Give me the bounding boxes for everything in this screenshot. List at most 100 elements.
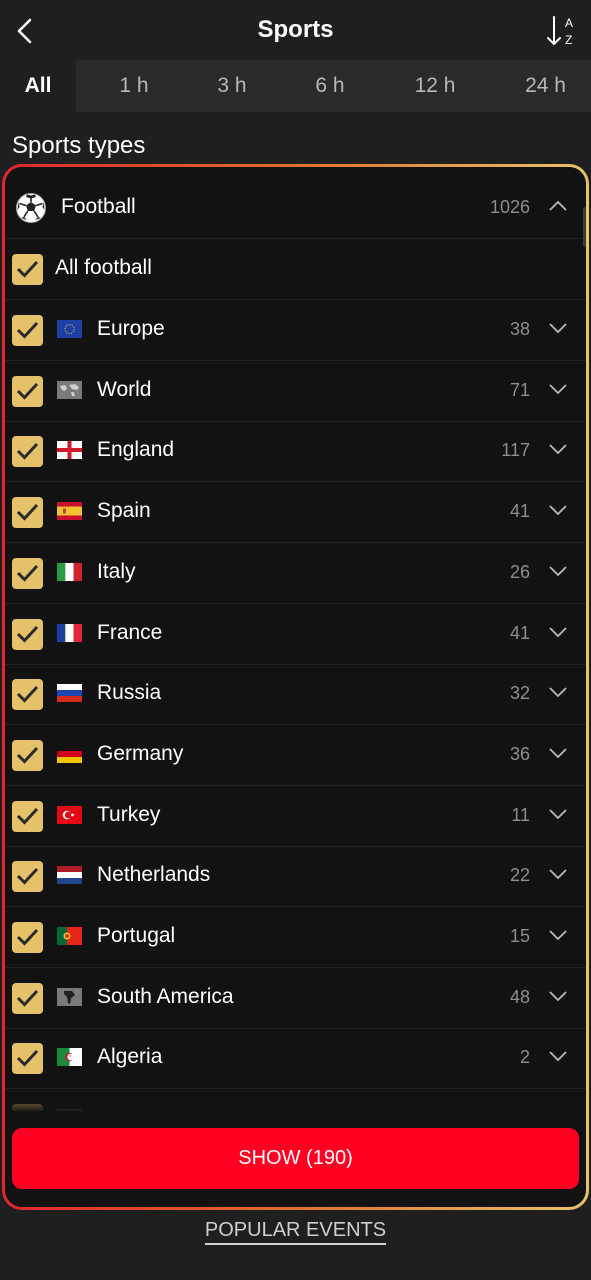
country-label: World: [97, 377, 152, 401]
country-count: 41: [509, 501, 530, 522]
country-label: Netherlands: [97, 863, 211, 887]
turkey-flag-icon: [57, 805, 82, 824]
svg-text:A: A: [565, 16, 573, 30]
all-football-label: All football: [55, 256, 152, 279]
country-count: 117: [501, 440, 530, 461]
checkbox[interactable]: [12, 679, 43, 711]
country-row-algeria[interactable]: Algeria 2: [5, 1028, 586, 1090]
country-count: 41: [509, 622, 530, 643]
country-row-world[interactable]: World 71: [5, 361, 586, 422]
chevron-down-icon[interactable]: [548, 685, 568, 699]
country-row-netherlands[interactable]: Netherlands 22: [5, 846, 586, 908]
chevron-down-icon[interactable]: [548, 928, 568, 942]
chevron-down-icon[interactable]: [548, 442, 568, 456]
country-row-turkey[interactable]: Turkey 11: [5, 786, 586, 847]
country-label: England: [97, 438, 175, 462]
checkbox[interactable]: [12, 861, 43, 893]
country-count: 11: [511, 804, 530, 825]
checkbox[interactable]: [12, 739, 43, 771]
checkbox[interactable]: [12, 497, 43, 529]
popular-events-link-wrap: POPULAR EVENTS: [0, 1219, 591, 1245]
checkmark-icon: [16, 504, 39, 521]
sort-button[interactable]: A Z: [545, 14, 579, 48]
checkmark-icon: [16, 989, 39, 1007]
checkbox[interactable]: [12, 922, 43, 953]
country-count: 2: [519, 1047, 530, 1068]
country-label: Germany: [97, 741, 184, 765]
france-flag-icon: [57, 623, 82, 642]
checkmark-icon: [16, 382, 39, 400]
tab-6h[interactable]: 6 h: [288, 60, 372, 112]
football-icon: [16, 193, 46, 223]
list-fade: [5, 1097, 586, 1113]
chevron-down-icon[interactable]: [548, 503, 568, 517]
checkbox[interactable]: [12, 982, 43, 1014]
checkbox[interactable]: [12, 375, 43, 407]
checkmark-icon: [16, 564, 39, 582]
country-row-eu[interactable]: Europe 38: [5, 300, 586, 361]
country-label: Algeria: [97, 1045, 163, 1069]
country-count: 48: [509, 986, 530, 1007]
country-row-france[interactable]: France 41: [5, 604, 586, 665]
chevron-down-icon[interactable]: [548, 564, 568, 578]
checkmark-icon: [16, 1050, 39, 1068]
germany-flag-icon: [57, 744, 82, 763]
chevron-down-icon[interactable]: [548, 1049, 568, 1063]
chevron-up-icon[interactable]: [548, 199, 568, 213]
country-count: 15: [509, 926, 530, 946]
tab-1h[interactable]: 1 h: [92, 60, 176, 112]
chevron-down-icon[interactable]: [548, 989, 568, 1003]
country-row-south-america[interactable]: South America 48: [5, 968, 586, 1029]
country-row-italy[interactable]: Italy 26: [5, 543, 586, 604]
country-row-germany[interactable]: Germany 36: [5, 725, 586, 786]
country-row-russia[interactable]: Russia 32: [5, 664, 586, 726]
scrollbar[interactable]: [583, 207, 586, 247]
all-football-row[interactable]: All football: [5, 239, 586, 300]
sort-az-icon: A Z: [547, 16, 573, 47]
country-label: Spain: [97, 499, 151, 523]
tab-3h[interactable]: 3 h: [190, 60, 274, 112]
italy-flag-icon: [57, 562, 82, 581]
checkbox[interactable]: [12, 1043, 43, 1075]
tab-24h[interactable]: 24 h: [500, 60, 591, 112]
country-label: Russia: [97, 681, 162, 705]
sport-count: 1026: [489, 197, 530, 217]
chevron-down-icon[interactable]: [548, 807, 568, 821]
checkbox[interactable]: [12, 254, 43, 285]
chevron-down-icon[interactable]: [548, 321, 568, 335]
time-filter-tabs: All 1 h 3 h 6 h 12 h 24 h: [0, 60, 591, 112]
country-label: Turkey: [97, 802, 161, 826]
checkmark-icon: [16, 443, 39, 461]
show-button[interactable]: SHOW (190): [12, 1128, 579, 1189]
checkbox[interactable]: [12, 618, 43, 650]
algeria-flag-icon: [57, 1048, 82, 1067]
checkbox[interactable]: [12, 315, 43, 346]
sport-row-football[interactable]: Football 1026: [5, 178, 586, 239]
country-label: Italy: [97, 559, 136, 583]
checkmark-icon: [16, 746, 39, 764]
country-count: 22: [509, 865, 530, 886]
country-row-england[interactable]: England 117: [5, 421, 586, 483]
checkmark-icon: [16, 928, 39, 946]
country-label: South America: [97, 984, 234, 1008]
country-row-portugal[interactable]: Portugal 15: [5, 907, 586, 968]
world-flag-icon: [57, 380, 82, 399]
chevron-down-icon[interactable]: [548, 625, 568, 639]
country-count: 36: [509, 743, 530, 764]
country-count: 71: [509, 379, 530, 400]
country-row-spain[interactable]: Spain 41: [5, 482, 586, 544]
tab-12h[interactable]: 12 h: [390, 60, 480, 112]
sports-list[interactable]: Football 1026 All football Europe 38 World…: [5, 167, 586, 1111]
country-count: 26: [509, 561, 530, 582]
chevron-down-icon[interactable]: [548, 746, 568, 760]
checkbox[interactable]: [12, 800, 43, 832]
checkbox[interactable]: [12, 436, 43, 468]
portugal-flag-icon: [57, 927, 82, 945]
chevron-down-icon[interactable]: [548, 867, 568, 881]
popular-events-link[interactable]: POPULAR EVENTS: [204, 1219, 387, 1245]
country-label: France: [97, 620, 163, 644]
top-bar: Sports A Z: [0, 0, 591, 60]
checkbox[interactable]: [12, 557, 43, 589]
tab-all[interactable]: All: [0, 60, 76, 112]
chevron-down-icon[interactable]: [548, 382, 568, 396]
